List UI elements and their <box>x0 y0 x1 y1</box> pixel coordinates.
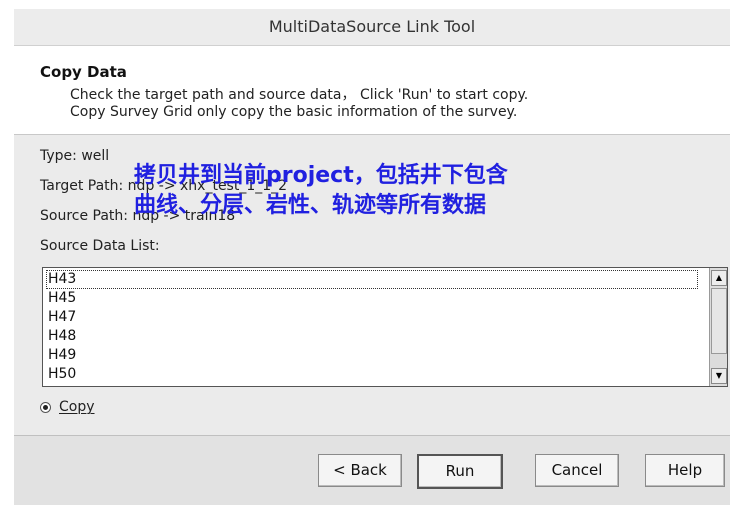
window-title-bar: MultiDataSource Link Tool <box>14 9 730 46</box>
help-button[interactable]: Help <box>645 454 725 487</box>
source-data-list[interactable]: H43 H45 H47 H48 H49 H50 ▲ ▼ <box>42 267 728 387</box>
wizard-footer: < Back Run Cancel Help <box>14 435 730 505</box>
run-button[interactable]: Run <box>417 454 503 489</box>
list-item[interactable]: H50 <box>46 365 698 384</box>
scrollbar-thumb[interactable] <box>711 288 727 354</box>
list-item[interactable]: H49 <box>46 346 698 365</box>
page-description-line-2: Copy Survey Grid only copy the basic inf… <box>70 104 518 120</box>
source-data-list-items: H43 H45 H47 H48 H49 H50 <box>46 270 698 384</box>
window-title: MultiDataSource Link Tool <box>268 17 476 36</box>
source-data-list-label: Source Data List: <box>40 238 160 254</box>
back-button[interactable]: < Back <box>318 454 402 487</box>
list-item[interactable]: H43 <box>46 270 698 289</box>
radio-selected-icon[interactable] <box>40 401 51 413</box>
wizard-content: Type: well Target Path: ndp -> xhx_test_… <box>14 135 730 435</box>
page-description-line-1: Check the target path and source data， C… <box>70 87 529 103</box>
wizard-header: Copy Data Check the target path and sour… <box>14 46 730 135</box>
scroll-up-arrow-icon[interactable]: ▲ <box>711 270 727 286</box>
copy-radio[interactable]: Copy <box>40 399 95 415</box>
list-item[interactable]: H47 <box>46 308 698 327</box>
list-item[interactable]: H48 <box>46 327 698 346</box>
annotation-line-1: 拷贝井到当前project，包括井下包含 <box>134 163 508 188</box>
copy-radio-label[interactable]: Copy <box>59 399 95 415</box>
scroll-down-arrow-icon[interactable]: ▼ <box>711 368 727 384</box>
list-item[interactable]: H45 <box>46 289 698 308</box>
annotation-text: 拷贝井到当前project，包括井下包含 曲线、分层、岩性、轨迹等所有数据 <box>134 161 508 221</box>
annotation-line-2: 曲线、分层、岩性、轨迹等所有数据 <box>134 193 487 218</box>
list-vertical-scrollbar[interactable]: ▲ ▼ <box>709 268 727 386</box>
page-title: Copy Data <box>40 63 127 81</box>
type-label: Type: well <box>40 148 110 164</box>
cancel-button[interactable]: Cancel <box>535 454 619 487</box>
